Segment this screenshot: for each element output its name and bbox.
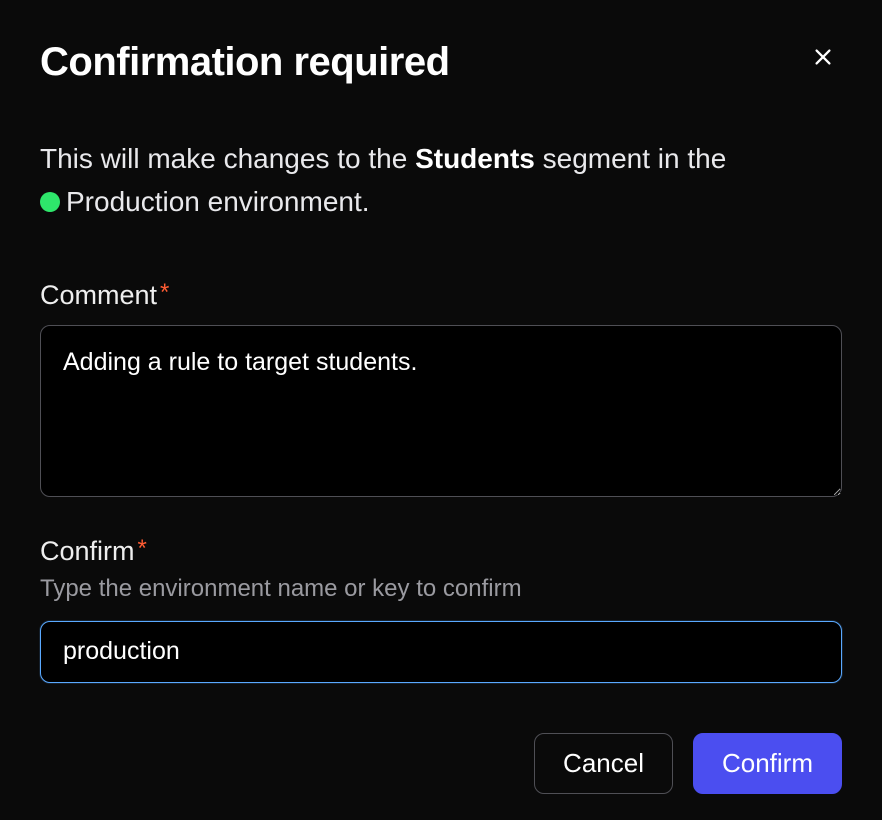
environment-name: Production — [66, 186, 200, 217]
confirm-label: Confirm* — [40, 536, 147, 567]
confirm-button[interactable]: Confirm — [693, 733, 842, 794]
comment-textarea[interactable] — [40, 325, 842, 497]
cancel-button[interactable]: Cancel — [534, 733, 673, 794]
modal-footer: Cancel Confirm — [40, 733, 842, 794]
modal-title: Confirmation required — [40, 40, 450, 85]
close-icon — [812, 46, 834, 71]
close-button[interactable] — [808, 42, 838, 75]
required-indicator: * — [160, 279, 169, 307]
confirmation-modal: Confirmation required This will make cha… — [0, 0, 882, 820]
required-indicator: * — [138, 535, 147, 563]
comment-field-group: Comment* — [40, 280, 842, 502]
confirm-hint: Type the environment name or key to conf… — [40, 575, 842, 603]
modal-header: Confirmation required — [40, 40, 842, 85]
modal-description: This will make changes to the Students s… — [40, 137, 842, 224]
confirm-field-group: Confirm* Type the environment name or ke… — [40, 536, 842, 683]
confirm-input[interactable] — [40, 621, 842, 683]
segment-name: Students — [415, 143, 535, 174]
description-segment-suffix: segment in the — [535, 143, 726, 174]
comment-label-text: Comment — [40, 280, 157, 311]
description-env-suffix: environment. — [200, 186, 370, 217]
description-prefix: This will make changes to the — [40, 143, 415, 174]
comment-label: Comment* — [40, 280, 169, 311]
confirm-label-text: Confirm — [40, 536, 135, 567]
environment-status-dot — [40, 192, 60, 212]
